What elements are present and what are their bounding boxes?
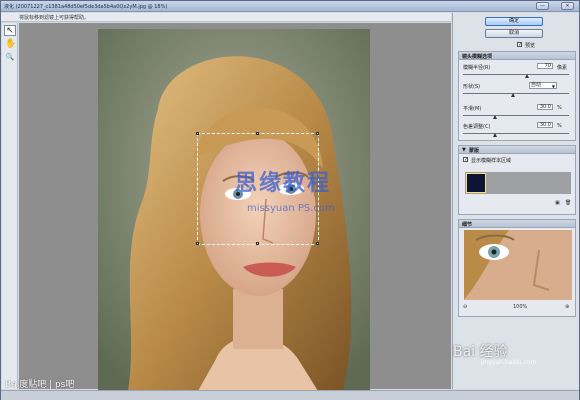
mask-thumbnail-area (465, 172, 571, 194)
baidu-jingyan-url: jingyan.baidu.com (481, 359, 537, 366)
baidu-jingyan-watermark: Bai 经验 (453, 344, 508, 360)
baidu-tieba-watermark: Bai度贴吧 | ps吧 (5, 380, 75, 390)
show-mask-label: 显示模糊样本区域 (471, 158, 512, 164)
collapse-icon[interactable]: ▼ (462, 147, 466, 153)
preview-checkbox[interactable]: ✓ (517, 42, 522, 48)
shape-slider-thumb[interactable] (511, 93, 515, 97)
chroma-slider[interactable] (463, 133, 569, 134)
radius-slider[interactable] (463, 74, 569, 75)
tool-strip: ↖ ✋ 🔍 (2, 23, 18, 389)
chroma-unit: % (557, 123, 562, 129)
hint-bar: 将鼠标移到滤镜上可获得帮助。 (1, 13, 451, 22)
shape-value: 自动 (531, 82, 542, 88)
new-mask-icon[interactable]: ▣ (555, 200, 560, 206)
cancel-button[interactable]: 取消 (485, 29, 543, 38)
options-panel: 确定 取消 ✓ 预览 镜头模糊选项 模糊半径(R) 70 像素 形状(S) 自动… (452, 13, 579, 389)
radius-label: 模糊半径(R) (463, 65, 491, 71)
options-title: 镜头模糊选项 (462, 54, 493, 60)
chroma-label: 色差调整(C) (463, 124, 491, 130)
zoom-value: 100% (513, 304, 528, 310)
chevron-down-icon: ▼ (551, 84, 555, 89)
mask-title: 蒙版 (469, 148, 480, 154)
selection-handle[interactable] (316, 132, 319, 135)
title-bar: 液化 (20071227_c1381a48d50ef5de3da5b4a0Qx2… (1, 1, 579, 12)
mask-header: ▼ 蒙版 (459, 146, 575, 154)
shape-slider[interactable] (463, 93, 569, 94)
selection-handle[interactable] (316, 242, 319, 245)
status-bar (1, 390, 579, 400)
smooth-input[interactable]: 30.0 (537, 104, 553, 110)
trash-icon[interactable]: 🗑 (565, 200, 571, 206)
selection-handle[interactable] (256, 242, 259, 245)
shape-select[interactable]: 自动 ▼ (529, 82, 557, 89)
close-button[interactable]: ✕ (561, 2, 574, 10)
selection-handle[interactable] (196, 242, 199, 245)
mask-group: ▼ 蒙版 ✓ 显示模糊样本区域 ▣ 🗑 (458, 145, 576, 215)
shape-label: 形状(S) (463, 84, 481, 90)
selection-handle[interactable] (256, 132, 259, 135)
zoom-in-icon[interactable]: ⊕ (565, 304, 569, 310)
smooth-unit: % (557, 105, 562, 111)
arrow-icon[interactable]: ↖ (4, 25, 16, 36)
ok-button[interactable]: 确定 (485, 17, 543, 26)
liquify-window: 液化 (20071227_c1381a48d50ef5de3da5b4a0Qx2… (0, 0, 580, 400)
radius-slider-thumb[interactable] (525, 74, 529, 78)
detail-preview[interactable] (464, 230, 572, 300)
radius-unit: 像素 (557, 65, 568, 71)
smooth-slider-thumb[interactable] (493, 115, 497, 119)
preview-label: 预览 (525, 43, 536, 49)
detail-group: 细节 ⊖ 100% ⊕ (458, 219, 576, 317)
show-mask-checkbox[interactable]: ✓ (463, 157, 468, 163)
hand-icon[interactable]: ✋ (4, 38, 16, 49)
zoom-out-icon[interactable]: ⊖ (463, 304, 467, 310)
watermark-url: missyuan PS.com (247, 203, 335, 214)
mask-thumbnail[interactable] (466, 173, 486, 193)
minimize-button[interactable]: — (536, 2, 549, 10)
detail-header: 细节 (459, 220, 575, 228)
detail-title: 细节 (462, 222, 473, 228)
preview-canvas[interactable]: 思缘教程 missyuan PS.com (19, 23, 451, 391)
watermark-logo: 思缘教程 (235, 171, 332, 196)
window-title: 液化 (20071227_c1381a48d50ef5de3da5b4a0Qx2… (4, 4, 168, 10)
chroma-input[interactable]: 30.0 (537, 122, 553, 128)
zoom-icon[interactable]: 🔍 (4, 51, 16, 62)
lens-blur-options-group: 镜头模糊选项 模糊半径(R) 70 像素 形状(S) 自动 ▼ 平滑(M) 30… (458, 51, 576, 141)
smooth-slider[interactable] (463, 115, 569, 116)
selection-handle[interactable] (196, 132, 199, 135)
options-header: 镜头模糊选项 (459, 52, 575, 60)
smooth-label: 平滑(M) (463, 106, 482, 112)
hint-text: 将鼠标移到滤镜上可获得帮助。 (19, 15, 90, 21)
radius-input[interactable]: 70 (537, 63, 553, 69)
chroma-slider-thumb[interactable] (493, 133, 497, 137)
